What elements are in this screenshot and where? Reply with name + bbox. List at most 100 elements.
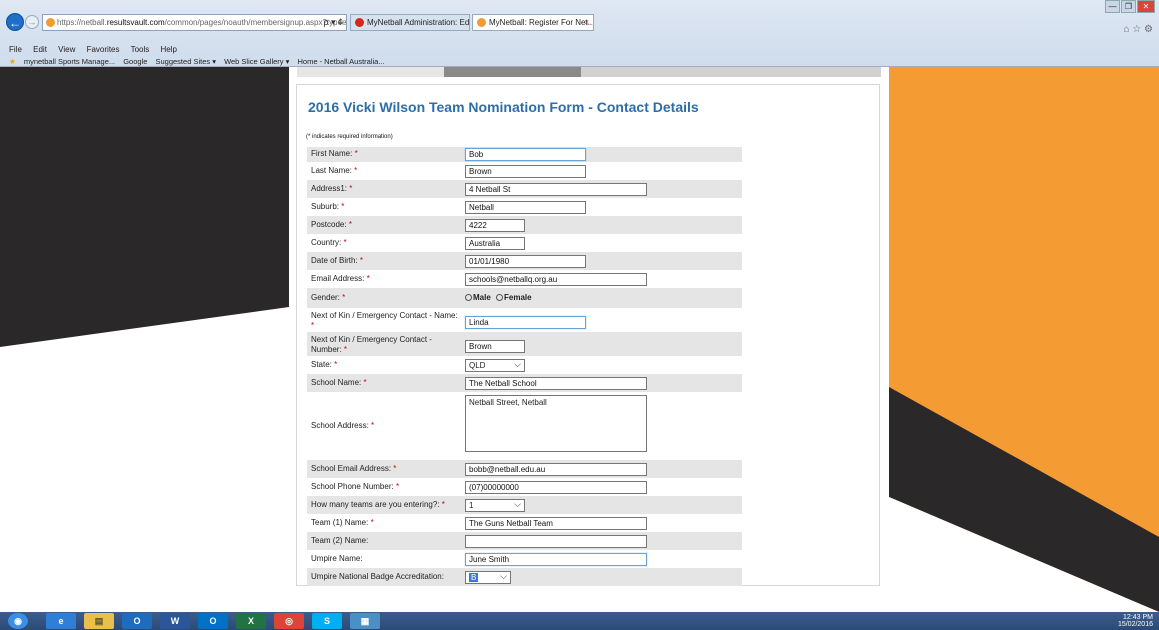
dob-input[interactable]: 01/01/1980 [465,255,586,268]
contact-details-form: 2016 Vicki Wilson Team Nomination Form -… [296,84,880,586]
row-school-phone: School Phone Number: * (07)00000000 [307,478,742,496]
gender-female-label: Female [504,293,532,302]
chevron-down-icon: ⌵ [514,359,521,369]
photos-icon[interactable]: ▦ [350,613,380,629]
tab-administration[interactable]: MyNetball Administration: Edi... [350,14,470,31]
favorite-netball-australia[interactable]: Home - Netball Australia... [297,57,384,66]
required-marker: * [441,500,445,509]
excel-icon[interactable]: X [236,613,266,629]
browser-toolbar-icons[interactable]: ⌂ ☆ ⚙ [1123,24,1153,35]
email-input[interactable]: schools@netballq.org.au [465,273,647,286]
url-domain: resultsvault.com [106,18,165,27]
url-path: /common/pages/noauth/membersignup.aspx?t… [164,18,347,27]
outlook-mail-icon[interactable]: O [198,613,228,629]
required-marker: * [343,345,348,354]
forward-button[interactable]: → [25,15,39,29]
favorite-google[interactable]: Google [123,57,147,66]
menu-file[interactable]: File [9,45,22,54]
row-umpire-badge: Umpire National Badge Accreditation: B ⌵ [307,568,742,586]
menu-help[interactable]: Help [161,45,177,54]
school-address-textarea[interactable]: Netball Street, Netball [465,395,647,452]
school-email-input[interactable]: bobb@netball.edu.au [465,463,647,476]
umpire-badge-select[interactable]: B ⌵ [465,571,511,584]
school-name-input[interactable]: The Netball School [465,377,647,390]
favorite-web-slice[interactable]: Web Slice Gallery ▾ [224,57,289,66]
close-window-button[interactable]: ✕ [1137,0,1155,13]
menu-edit[interactable]: Edit [33,45,47,54]
school-address-label: School Address: * [311,421,374,431]
gender-female-radio[interactable] [496,294,504,301]
maximize-button[interactable]: ❐ [1121,0,1136,13]
postcode-label: Postcode: * [311,220,352,230]
system-tray[interactable]: 12:43 PM 15/02/2016 [1118,614,1153,628]
back-button[interactable]: ← [6,13,24,31]
row-state: State: * QLD ⌵ [307,356,742,374]
row-nok-number: Next of Kin / Emergency Contact - Number… [307,332,742,356]
teams-count-value: 1 [469,501,474,510]
menu-view[interactable]: View [58,45,75,54]
team1-input[interactable]: The Guns Netball Team [465,517,647,530]
chrome-icon[interactable]: ◎ [274,613,304,629]
state-select[interactable]: QLD ⌵ [465,359,525,372]
required-marker: * [370,518,374,527]
umpire-name-label: Umpire Name: [311,554,363,563]
required-marker: * [341,202,345,211]
last-name-input[interactable]: Brown [465,165,586,178]
email-label: Email Address: * [311,274,370,284]
nok-name-label: Next of Kin / Emergency Contact - Name: … [311,311,461,331]
team1-label: Team (1) Name: * [311,518,374,528]
teams-count-select[interactable]: 1 ⌵ [465,499,525,512]
label-text: Country: [311,238,342,247]
browser-chrome: ← → https://netball.resultsvault.com/com… [0,0,1159,67]
menu-favorites[interactable]: Favorites [87,45,120,54]
menu-tools[interactable]: Tools [131,45,150,54]
row-teams-count: How many teams are you entering?: * 1 ⌵ [307,496,742,514]
outlook-icon[interactable]: O [122,613,152,629]
address1-input[interactable]: 4 Netball St [465,183,647,196]
gender-options: Male Female [465,293,532,303]
nok-number-input[interactable]: Brown [465,340,525,353]
address-tools[interactable]: ρ ▾ ¢ [323,15,343,30]
umpire-badge-label: Umpire National Badge Accreditation: [311,572,444,581]
tab-close-icon[interactable]: × [584,15,589,30]
required-marker: * [343,238,347,247]
umpire-name-input[interactable]: June Smith [465,553,647,566]
country-input[interactable]: Australia [465,237,525,250]
team2-label: Team (2) Name: [311,536,369,545]
minimize-button[interactable]: — [1105,0,1120,13]
start-button[interactable]: ◉ [8,613,28,629]
row-school-name: School Name: * The Netball School [307,374,742,392]
label-text: Team (1) Name: [311,518,369,527]
tab-favicon [477,18,486,27]
gender-male-radio[interactable] [465,294,472,301]
required-note: (* indicates required information) [306,134,393,140]
tab-register[interactable]: MyNetball: Register For Net... × [472,14,594,31]
postcode-input[interactable]: 4222 [465,219,525,232]
star-icon: ★ [9,57,16,66]
word-icon[interactable]: W [160,613,190,629]
file-explorer-icon[interactable]: ▤ [84,613,114,629]
first-name-label: First Name: * [311,149,358,159]
row-nok-name: Next of Kin / Emergency Contact - Name: … [307,308,742,332]
nok-name-input[interactable]: Linda [465,316,586,329]
clock-time: 12:43 PM [1123,614,1153,621]
team2-input[interactable] [465,535,647,548]
favorite-suggested-sites[interactable]: Suggested Sites ▾ [156,57,216,66]
window-controls: — ❐ ✕ [1104,0,1155,16]
label-text: State: [311,360,332,369]
first-name-input[interactable]: Bob [465,148,586,161]
label-text: Postcode: [311,220,347,229]
internet-explorer-icon[interactable]: e [46,613,76,629]
required-marker: * [393,464,397,473]
label-text: School Name: [311,378,362,387]
skype-icon[interactable]: S [312,613,342,629]
label-text: Suburb: [311,202,340,211]
navigation-bar: ← → https://netball.resultsvault.com/com… [0,0,1159,32]
dob-label: Date of Birth: * [311,256,363,266]
suburb-input[interactable]: Netball [465,201,586,214]
address-bar[interactable]: https://netball.resultsvault.com/common/… [42,14,347,31]
school-phone-input[interactable]: (07)00000000 [465,481,647,494]
favorite-mynetball[interactable]: mynetball Sports Manage... [24,57,115,66]
label-text: School Email Address: [311,464,392,473]
school-email-label: School Email Address: * [311,464,396,474]
